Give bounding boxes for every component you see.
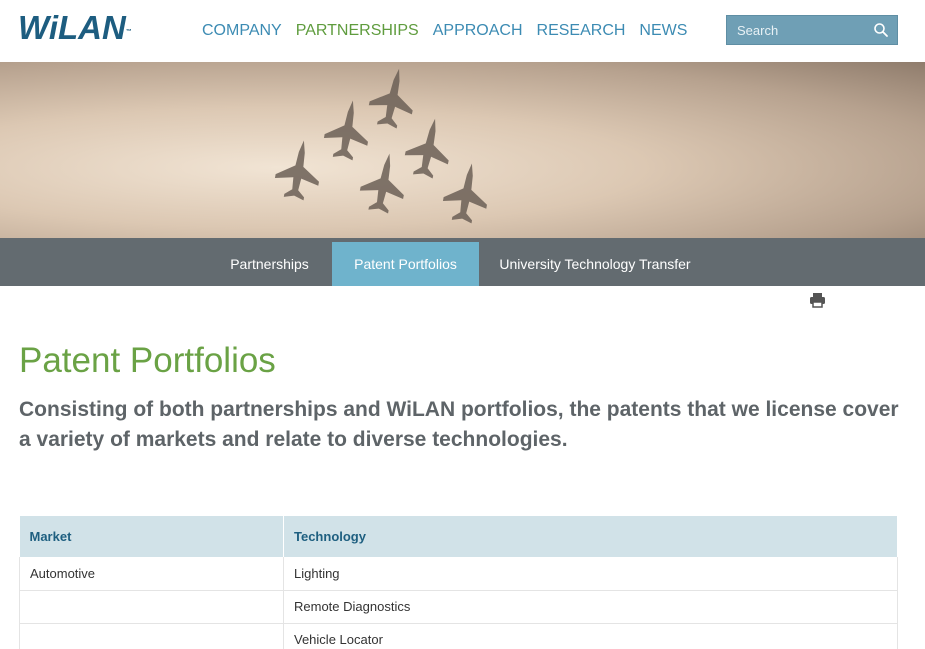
search-icon[interactable]: [873, 22, 889, 38]
tab-partnerships[interactable]: Partnerships: [216, 242, 323, 286]
table-row: Vehicle Locator: [19, 623, 898, 649]
tab-patent-portfolios[interactable]: Patent Portfolios: [332, 242, 479, 286]
jets-formation-image: [271, 64, 494, 226]
hero-banner: [0, 62, 925, 238]
page-intro: Consisting of both partnerships and WiLA…: [19, 398, 899, 451]
table-header-row: Market Technology: [19, 516, 898, 557]
nav-research[interactable]: RESEARCH: [537, 22, 626, 40]
nav-approach[interactable]: APPROACH: [433, 22, 523, 40]
technology-cell: Remote Diagnostics: [283, 590, 898, 624]
table-row: Automotive Lighting: [19, 557, 898, 591]
search-box: [726, 15, 898, 45]
technology-cell: Lighting: [283, 557, 898, 591]
market-cell: [19, 590, 284, 624]
search-input[interactable]: [727, 16, 867, 44]
nav-company[interactable]: COMPANY: [202, 22, 282, 40]
nav-news[interactable]: NEWS: [639, 22, 687, 40]
printer-icon[interactable]: [809, 292, 826, 308]
tab-university-technology-transfer[interactable]: University Technology Transfer: [492, 242, 698, 286]
market-cell: Automotive: [19, 557, 284, 591]
section-subnav: Partnerships Patent Portfolios Universit…: [0, 238, 925, 286]
page-title: Patent Portfolios: [19, 341, 276, 380]
portfolio-table: Market Technology Automotive Lighting Re…: [19, 516, 898, 649]
main-nav: COMPANY PARTNERSHIPS APPROACH RESEARCH N…: [202, 22, 701, 40]
logo-text: WiLAN: [18, 9, 126, 46]
market-cell: [19, 623, 284, 649]
technology-cell: Vehicle Locator: [283, 623, 898, 649]
nav-partnerships[interactable]: PARTNERSHIPS: [296, 22, 419, 40]
wilan-logo[interactable]: WiLAN™: [18, 10, 132, 46]
site-header: WiLAN™ COMPANY PARTNERSHIPS APPROACH RES…: [0, 0, 925, 62]
column-header-technology: Technology: [283, 516, 898, 557]
logo-trademark: ™: [125, 29, 132, 35]
column-header-market: Market: [19, 516, 284, 557]
table-row: Remote Diagnostics: [19, 590, 898, 624]
